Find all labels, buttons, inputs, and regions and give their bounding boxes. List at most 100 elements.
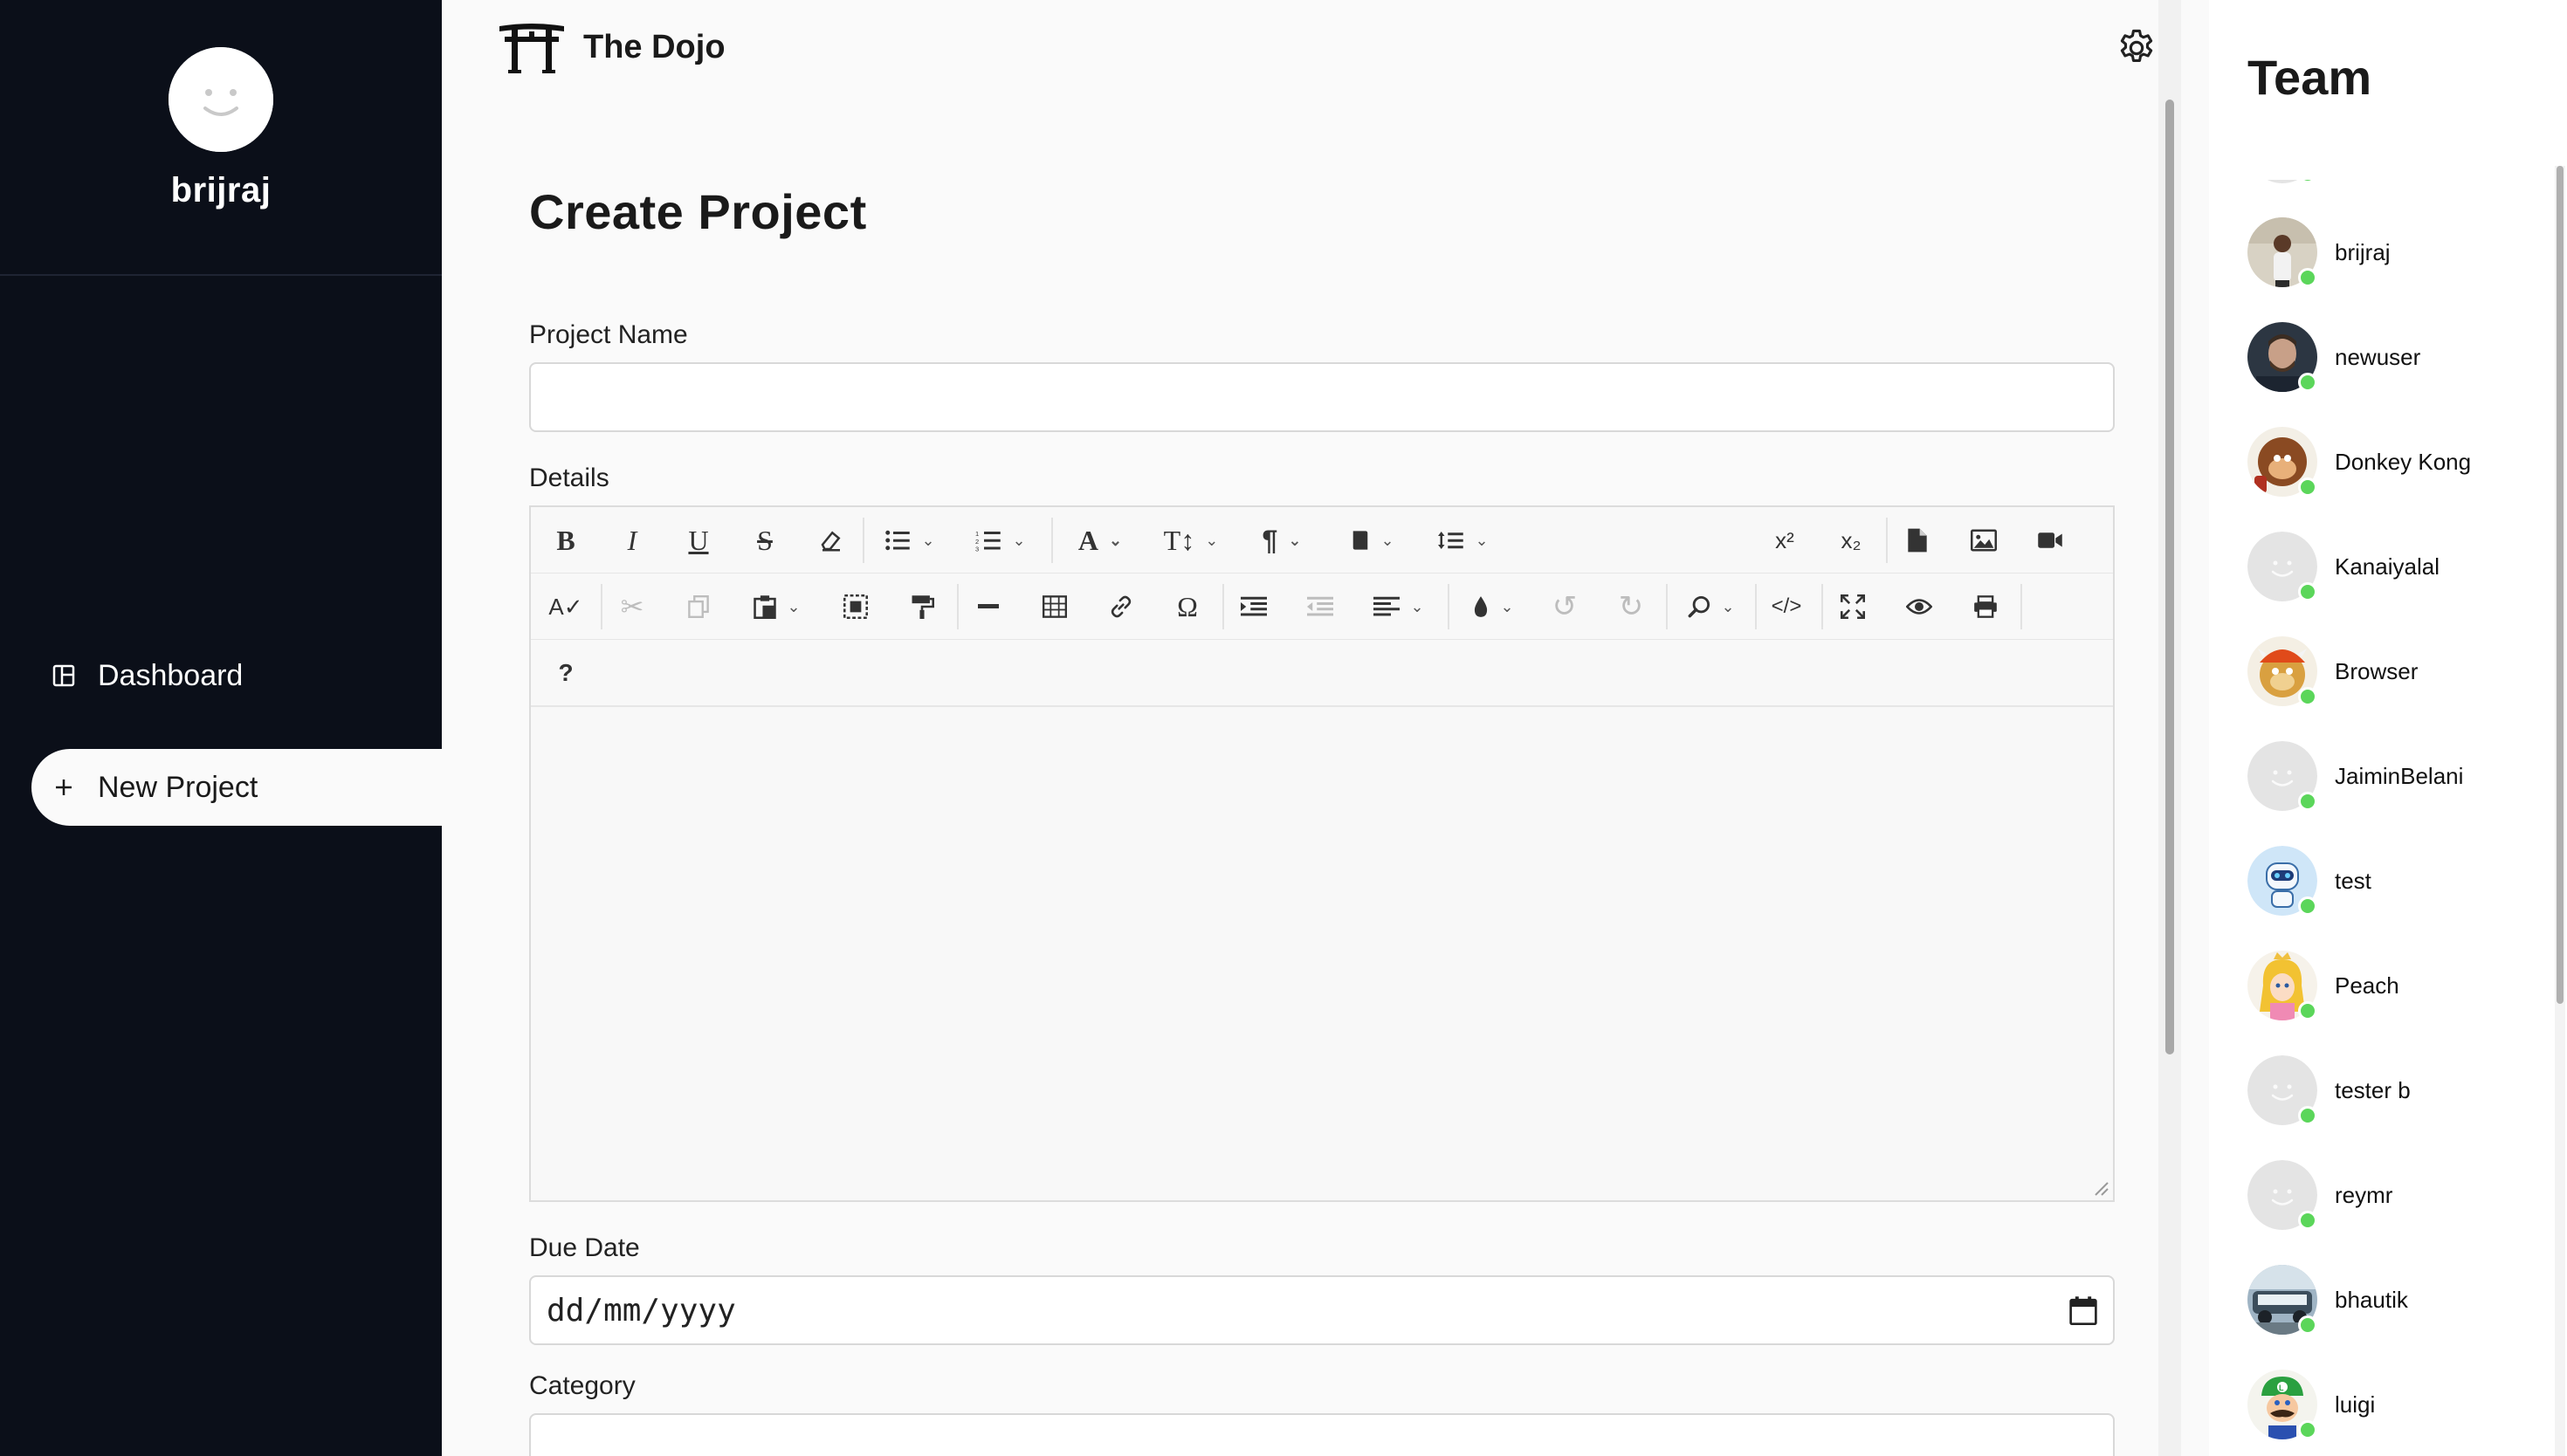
find-icon[interactable]: ⌄ — [1675, 573, 1748, 640]
main-scrollbar[interactable] — [2158, 0, 2181, 1456]
toolbar-separator — [1051, 518, 1053, 563]
link-icon[interactable] — [1097, 573, 1146, 640]
outdent-icon[interactable] — [1296, 573, 1345, 640]
preview-icon[interactable] — [1895, 573, 1944, 640]
team-member[interactable]: Peach — [2247, 951, 2399, 1020]
team-member[interactable]: test — [2247, 846, 2371, 916]
fill-color-icon[interactable]: ⌄ — [1456, 573, 1530, 640]
editor-toolbar-row-3: ? — [531, 640, 2113, 706]
line-height-icon[interactable]: ⌄ — [1427, 507, 1500, 573]
avatar — [2247, 951, 2317, 1020]
online-indicator — [2298, 268, 2317, 287]
member-name: bhautik — [2335, 1286, 2408, 1313]
team-member[interactable]: brijraj — [2247, 217, 2391, 287]
avatar — [2247, 636, 2317, 706]
font-color-icon[interactable]: A ⌄ — [1063, 507, 1137, 573]
category-label: Category — [529, 1371, 636, 1400]
spellcheck-icon[interactable]: A✓ — [541, 573, 590, 640]
class-icon[interactable]: ⌄ — [1336, 507, 1409, 573]
toolbar-separator — [1886, 518, 1888, 563]
toolbar-separator — [1821, 584, 1823, 629]
team-member[interactable]: reymr — [2247, 1160, 2392, 1230]
cut-icon[interactable]: ✂ — [608, 573, 657, 640]
horizontal-rule-icon[interactable] — [964, 573, 1013, 640]
toolbar-separator — [863, 518, 864, 563]
paragraph-icon[interactable]: ¶ ⌄ — [1245, 507, 1318, 573]
image-icon[interactable] — [1959, 507, 2008, 573]
team-member[interactable]: JaiminBelani — [2247, 741, 2463, 811]
online-indicator — [2298, 180, 2317, 183]
nav-item-new-project[interactable]: New Project — [31, 749, 442, 826]
toolbar-separator — [1755, 584, 1757, 629]
nav-item-dashboard[interactable]: Dashboard — [31, 637, 442, 714]
editor-toolbar-row-1: B I U S ⌄ 123 ⌄ A ⌄ T↕ ⌄ ¶ ⌄ ⌄ ⌄ x² x₂ — [531, 507, 2113, 573]
toolbar-separator — [1222, 584, 1224, 629]
team-member[interactable]: Donkey Kong — [2247, 427, 2471, 497]
italic-icon[interactable]: I — [608, 507, 657, 573]
svg-text:1: 1 — [975, 530, 979, 538]
toolbar-separator — [1448, 584, 1449, 629]
editor-content-area[interactable] — [531, 706, 2113, 1200]
video-icon[interactable] — [2026, 507, 2075, 573]
avatar — [2247, 180, 2317, 183]
team-member[interactable]: tester b — [2247, 1055, 2411, 1125]
team-member-partial[interactable] — [2247, 180, 2317, 183]
calendar-icon[interactable] — [2069, 1295, 2097, 1325]
online-indicator — [2298, 792, 2317, 811]
fullscreen-icon[interactable] — [1828, 573, 1877, 640]
strikethrough-icon[interactable]: S — [740, 507, 789, 573]
bulleted-list-icon[interactable]: ⌄ — [873, 507, 946, 573]
file-icon[interactable] — [1893, 507, 1942, 573]
brand[interactable]: The Dojo — [498, 21, 726, 73]
subscript-icon[interactable]: x₂ — [1827, 507, 1875, 573]
plus-icon — [51, 774, 77, 800]
member-name: tester b — [2335, 1076, 2411, 1103]
font-size-icon[interactable]: T↕ ⌄ — [1154, 507, 1228, 573]
sidebar-username: brijraj — [170, 171, 272, 209]
sidebar: brijraj Dashboard New Project — [0, 0, 442, 1456]
team-member[interactable]: bhautik — [2247, 1265, 2408, 1335]
project-name-input[interactable] — [529, 362, 2115, 432]
source-code-icon[interactable]: </> — [1762, 573, 1811, 640]
indent-icon[interactable] — [1229, 573, 1278, 640]
help-icon[interactable]: ? — [541, 640, 590, 706]
format-painter-icon[interactable] — [898, 573, 946, 640]
undo-icon[interactable]: ↺ — [1540, 573, 1589, 640]
due-date-input[interactable]: dd/mm/yyyy — [529, 1275, 2115, 1345]
nav-label-dashboard: Dashboard — [98, 658, 244, 692]
due-date-placeholder: dd/mm/yyyy — [547, 1292, 736, 1329]
resize-grip-icon[interactable] — [2090, 1178, 2109, 1197]
category-select[interactable] — [529, 1413, 2115, 1456]
print-icon[interactable] — [1961, 573, 2010, 640]
avatar — [2247, 322, 2317, 392]
settings-button[interactable] — [2115, 26, 2158, 70]
copy-icon[interactable] — [674, 573, 723, 640]
team-member[interactable]: L luigi — [2247, 1370, 2375, 1439]
online-indicator — [2298, 687, 2317, 706]
online-indicator — [2298, 477, 2317, 497]
team-member[interactable]: Browser — [2247, 636, 2418, 706]
redo-icon[interactable]: ↻ — [1607, 573, 1655, 640]
align-icon[interactable]: ⌄ — [1362, 573, 1435, 640]
main-scrollbar-thumb[interactable] — [2165, 100, 2174, 1054]
online-indicator — [2298, 1001, 2317, 1020]
table-icon[interactable] — [1030, 573, 1079, 640]
bold-icon[interactable]: B — [541, 507, 590, 573]
online-indicator — [2298, 373, 2317, 392]
eraser-icon[interactable] — [807, 507, 856, 573]
create-project-form: Create Project Project Name Details B I … — [529, 183, 2115, 1456]
team-scrollbar[interactable] — [2555, 166, 2565, 1456]
underline-icon[interactable]: U — [674, 507, 723, 573]
nav-label-new-project: New Project — [98, 770, 258, 804]
sidebar-nav: Dashboard New Project — [31, 637, 442, 861]
member-name: Peach — [2335, 972, 2399, 999]
paste-icon[interactable]: ⌄ — [740, 573, 814, 640]
team-member[interactable]: Kanaiyalal — [2247, 532, 2440, 601]
team-member[interactable]: newuser — [2247, 322, 2420, 392]
select-all-icon[interactable] — [831, 573, 880, 640]
special-character-icon[interactable]: Ω — [1163, 573, 1212, 640]
numbered-list-icon[interactable]: 123 ⌄ — [964, 507, 1037, 573]
project-name-label: Project Name — [529, 320, 688, 349]
team-scrollbar-thumb[interactable] — [2557, 166, 2564, 1004]
superscript-icon[interactable]: x² — [1760, 507, 1809, 573]
